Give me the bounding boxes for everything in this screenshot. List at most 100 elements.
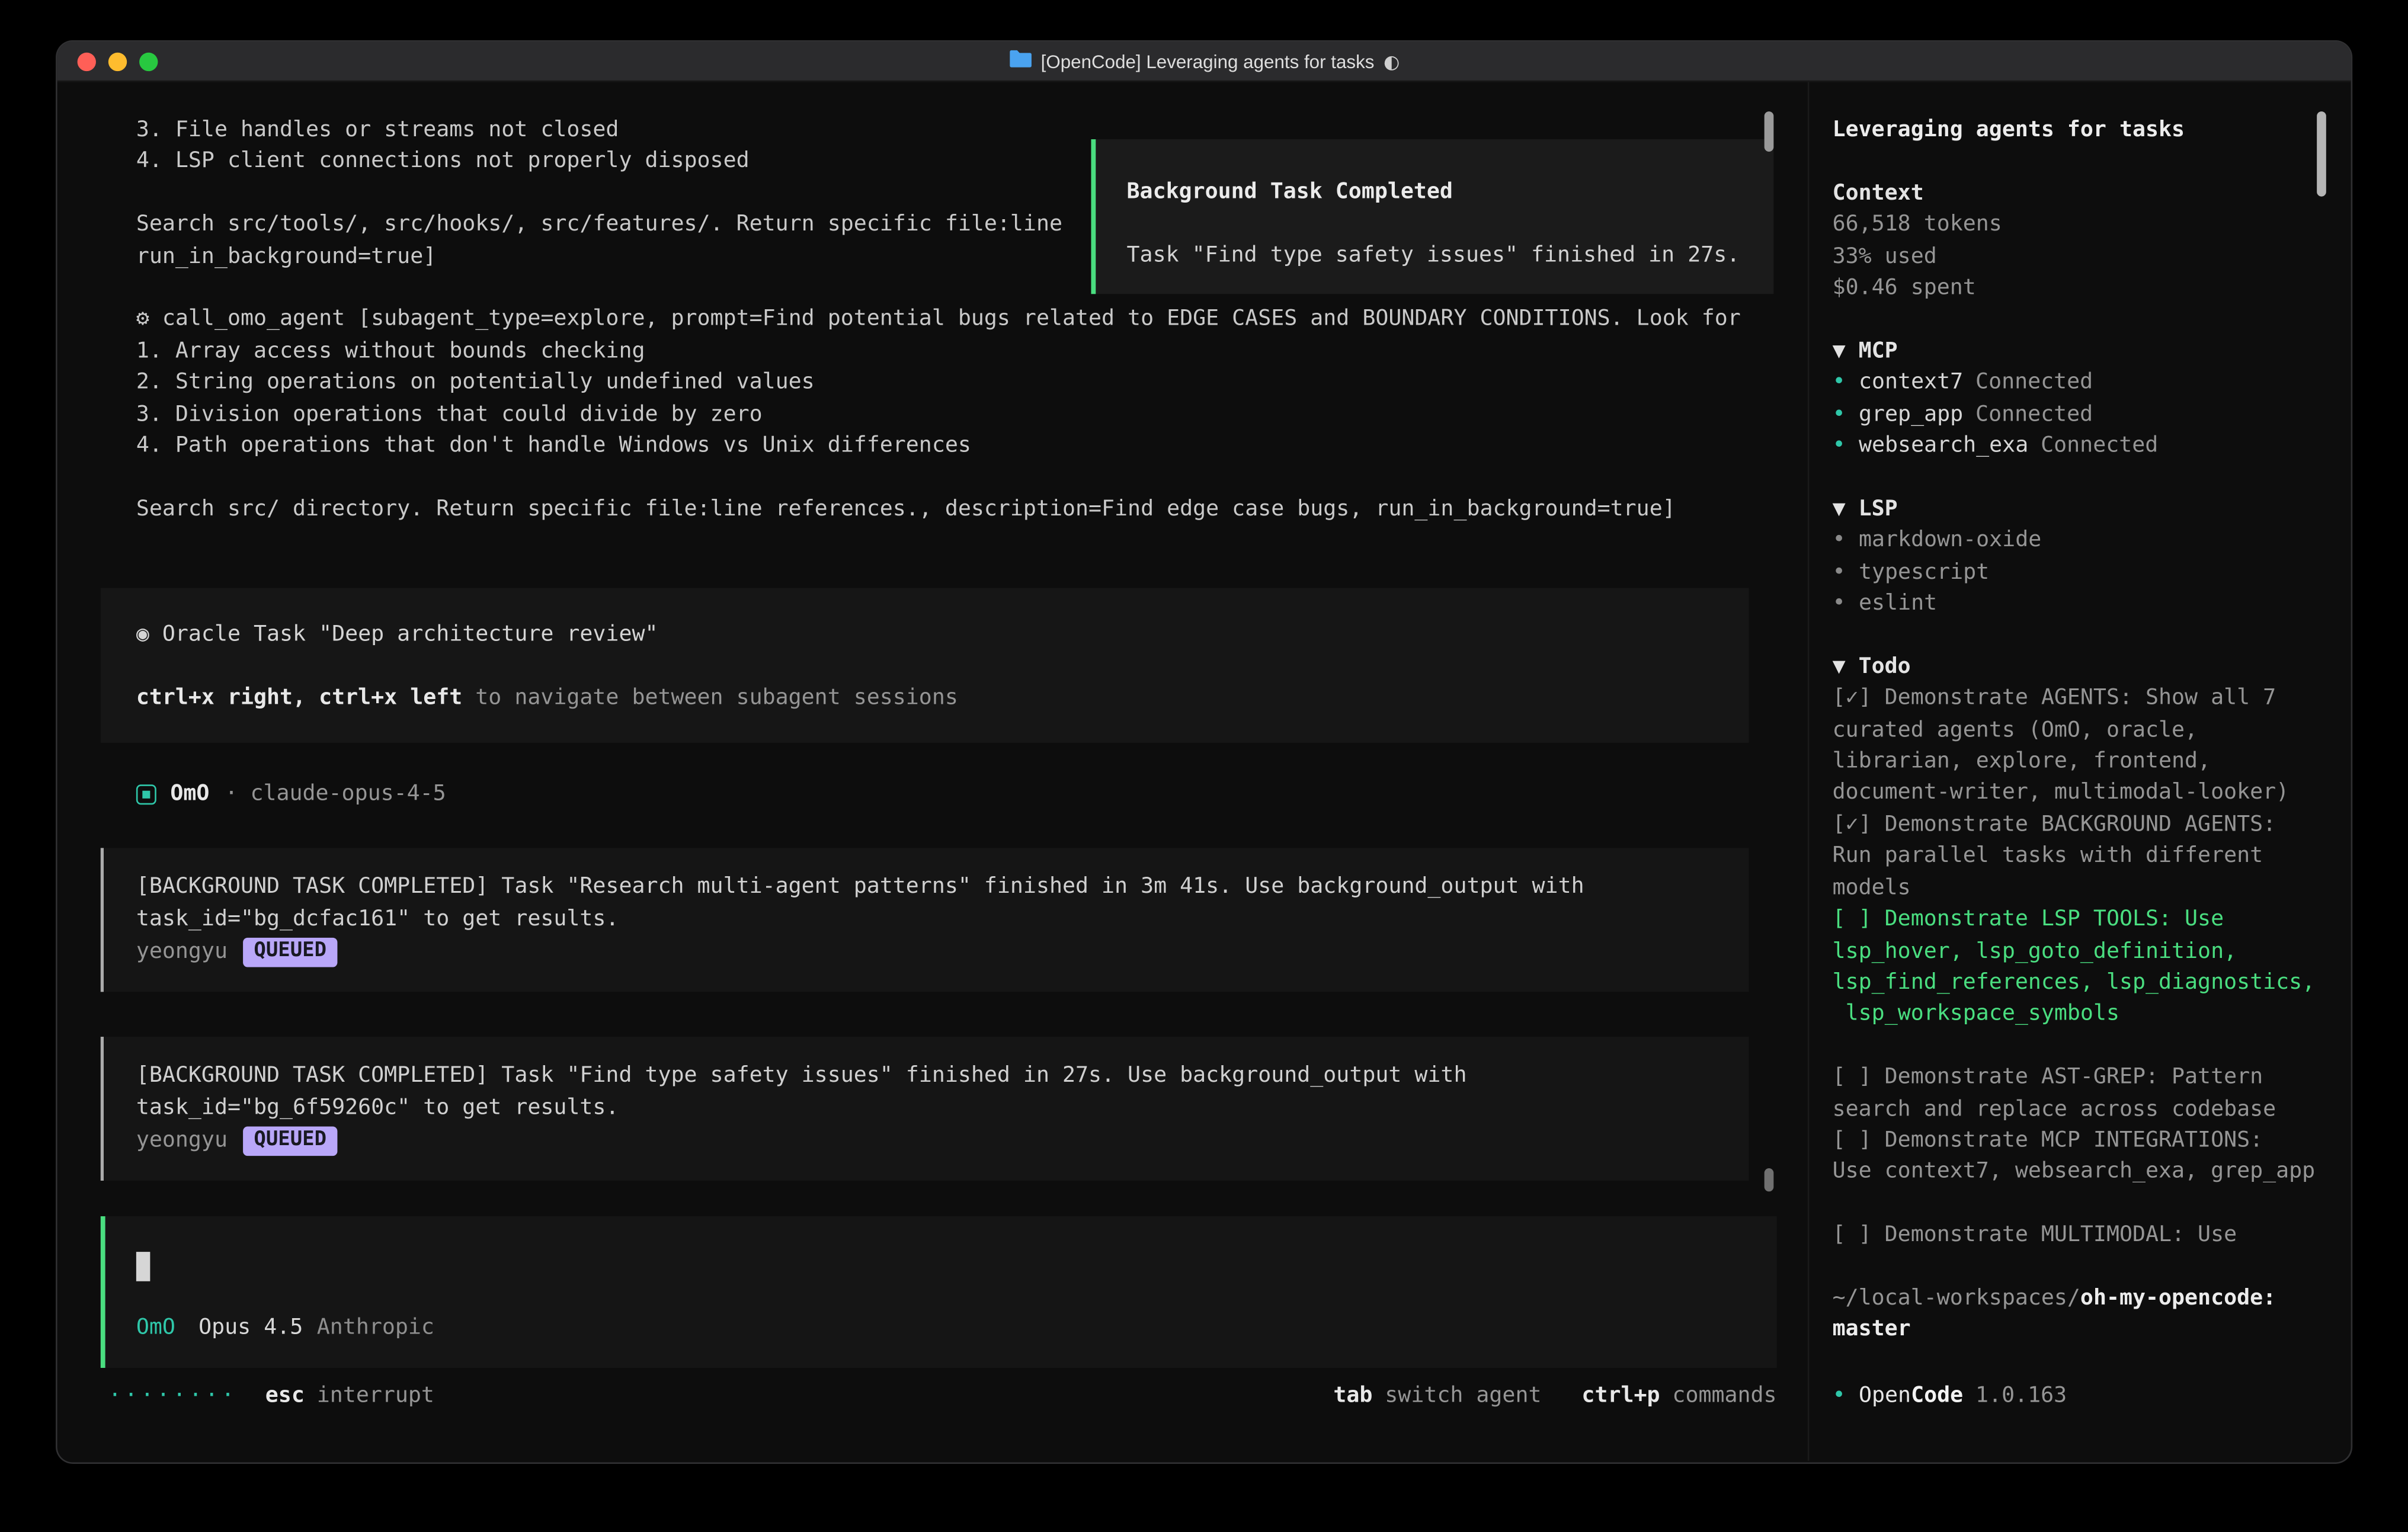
folder-icon [1008,50,1032,73]
message-meta: yeongyu QUEUED [136,1126,1749,1157]
lsp-item: •typescript [1833,556,2329,588]
screen: [OpenCode] Leveraging agents for tasks ◐… [0,0,2408,1532]
commands-label: commands [1672,1380,1776,1411]
context-used: 33% used [1833,241,2329,272]
window-title-group: [OpenCode] Leveraging agents for tasks ◐ [1008,50,1400,73]
switch-agent-label: switch agent [1385,1380,1541,1411]
navigation-hint: ctrl+x right, ctrl+x left to navigate be… [136,682,1749,714]
message-line: [BACKGROUND TASK COMPLETED] Task "Resear… [136,872,1749,903]
spacer [1833,304,2329,335]
spacer [1833,1188,2329,1219]
hint-text: to navigate between subagent sessions [462,685,958,710]
bullet-icon: • [1833,525,1859,556]
queued-badge: QUEUED [243,938,337,967]
background-task-toast[interactable]: Background Task Completed Task "Find typ… [1091,139,1773,294]
esc-key-hint: esc [265,1380,305,1411]
bullet-icon: • [1833,556,1859,588]
mcp-section-heading[interactable]: ▼ MCP [1833,335,2329,367]
lsp-name: typescript [1859,556,1989,588]
mcp-item: •grep_app Connected [1833,399,2329,430]
sidebar-scrollbar-thumb[interactable] [2317,111,2326,197]
bullet-icon: • [1833,588,1859,620]
toast-title: Background Task Completed [1127,177,1774,208]
interrupt-label: interrupt [317,1380,434,1411]
ctrlp-key-hint: ctrl+p [1581,1380,1660,1411]
agent-model: claude-opus-4-5 [250,778,446,810]
opencode-name-bold: Code [1911,1380,1963,1411]
terminal-line [136,461,1808,493]
spacer [1833,1030,2329,1062]
checkbox-dot [142,790,150,798]
opencode-version-number: 1.0.163 [1975,1380,2067,1411]
prompt-input[interactable]: OmO Opus 4.5 Anthropic [101,1217,1777,1368]
input-meta: OmO Opus 4.5 Anthropic [136,1313,434,1344]
workspace-path: ~/local-workspaces/oh-my-opencode: [1833,1283,2329,1314]
workspace-path-name: oh-my-opencode: [2080,1286,2276,1310]
todo-section-heading[interactable]: ▼ Todo [1833,651,2329,682]
todo-item: [✓] Demonstrate BACKGROUND AGENTS: Run p… [1833,809,2329,904]
message-block: [BACKGROUND TASK COMPLETED] Task "Find t… [101,1037,1749,1181]
message-author: yeongyu [136,937,228,968]
input-agent-name: OmO [136,1313,175,1344]
todo-item: [ ] Demonstrate MULTIMODAL: Use [1833,1220,2329,1251]
titlebar[interactable]: [OpenCode] Leveraging agents for tasks ◐ [57,42,2351,82]
mcp-status: Connected [1975,399,2093,430]
opencode-name: Open [1859,1380,1911,1411]
oracle-task-title: ◉ Oracle Task "Deep architecture review" [136,619,1749,650]
message-line: task_id="bg_dcfac161" to get results. [136,903,1749,935]
oracle-task-panel: ◉ Oracle Task "Deep architecture review"… [101,588,1749,743]
status-right: tab switch agent ctrl+p commands [1333,1380,1776,1411]
message-line: [BACKGROUND TASK COMPLETED] Task "Find t… [136,1060,1749,1092]
window-title: [OpenCode] Leveraging agents for tasks [1041,50,1375,72]
mcp-status: Connected [1975,367,2093,399]
traffic-lights [78,42,158,81]
lsp-item: •eslint [1833,588,2329,620]
message-block: [BACKGROUND TASK COMPLETED] Task "Resear… [101,849,1749,993]
main-terminal-pane: 3. File handles or streams not closed 4.… [57,82,1808,1460]
terminal-line: 4. Path operations that don't handle Win… [136,430,1808,461]
agent-row[interactable]: OmO · claude-opus-4-5 [136,778,1808,810]
separator-dot: · [225,778,238,810]
moon-icon: ◐ [1384,50,1400,72]
zoom-button[interactable] [139,52,158,70]
main-scrollbar-thumb[interactable] [1765,1168,1774,1191]
todo-item: [ ] Demonstrate MCP INTEGRATIONS: Use co… [1833,1125,2329,1188]
queued-badge: QUEUED [243,1126,337,1156]
todo-item: [ ] Demonstrate AST-GREP: Pattern search… [1833,1062,2329,1125]
main-scrollbar-thumb[interactable] [1765,111,1774,152]
agent-checkbox-icon [136,784,156,805]
lsp-name: eslint [1859,588,1937,620]
spacer [1833,1251,2329,1283]
todo-item-active: [ ] Demonstrate LSP TOOLS: Use lsp_hover… [1833,904,2329,1030]
lsp-name: markdown-oxide [1859,525,2041,556]
toast-body: Task "Find type safety issues" finished … [1127,239,1774,271]
content-area: 3. File handles or streams not closed 4.… [57,82,2351,1460]
todo-item: [✓] Demonstrate AGENTS: Show all 7 curat… [1833,683,2329,809]
bullet-icon: • [1833,399,1859,430]
bullet-icon: • [1833,1380,1859,1411]
hint-keys: ctrl+x right, ctrl+x left [136,685,462,710]
mcp-status: Connected [2041,430,2158,461]
message-author: yeongyu [136,1126,228,1157]
lsp-section-heading[interactable]: ▼ LSP [1833,493,2329,525]
context-heading: Context [1833,178,2329,209]
message-meta: yeongyu QUEUED [136,937,1749,968]
opencode-version: •OpenCode 1.0.163 [1833,1380,2067,1411]
bullet-icon: • [1833,430,1859,461]
mcp-name: grep_app [1859,399,1963,430]
session-title: Leveraging agents for tasks [1833,114,2329,146]
workspace-path-prefix: ~/local-workspaces/ [1833,1286,2080,1310]
mcp-item: •websearch_exaConnected [1833,430,2329,461]
minimize-button[interactable] [108,52,127,70]
status-left: ········ esc interrupt [108,1380,434,1411]
context-spent: $0.46 spent [1833,273,2329,304]
terminal-window: [OpenCode] Leveraging agents for tasks ◐… [57,42,2351,1463]
terminal-line: 1. Array access without bounds checking [136,335,1808,367]
spacer [1833,620,2329,651]
spinner-dots: ········ [108,1380,238,1411]
sidebar: Leveraging agents for tasks Context 66,5… [1808,82,2351,1460]
terminal-line: ⚙ call_omo_agent [subagent_type=explore,… [136,304,1808,335]
input-provider: Anthropic [317,1313,434,1344]
spacer [1833,146,2329,178]
close-button[interactable] [78,52,96,70]
